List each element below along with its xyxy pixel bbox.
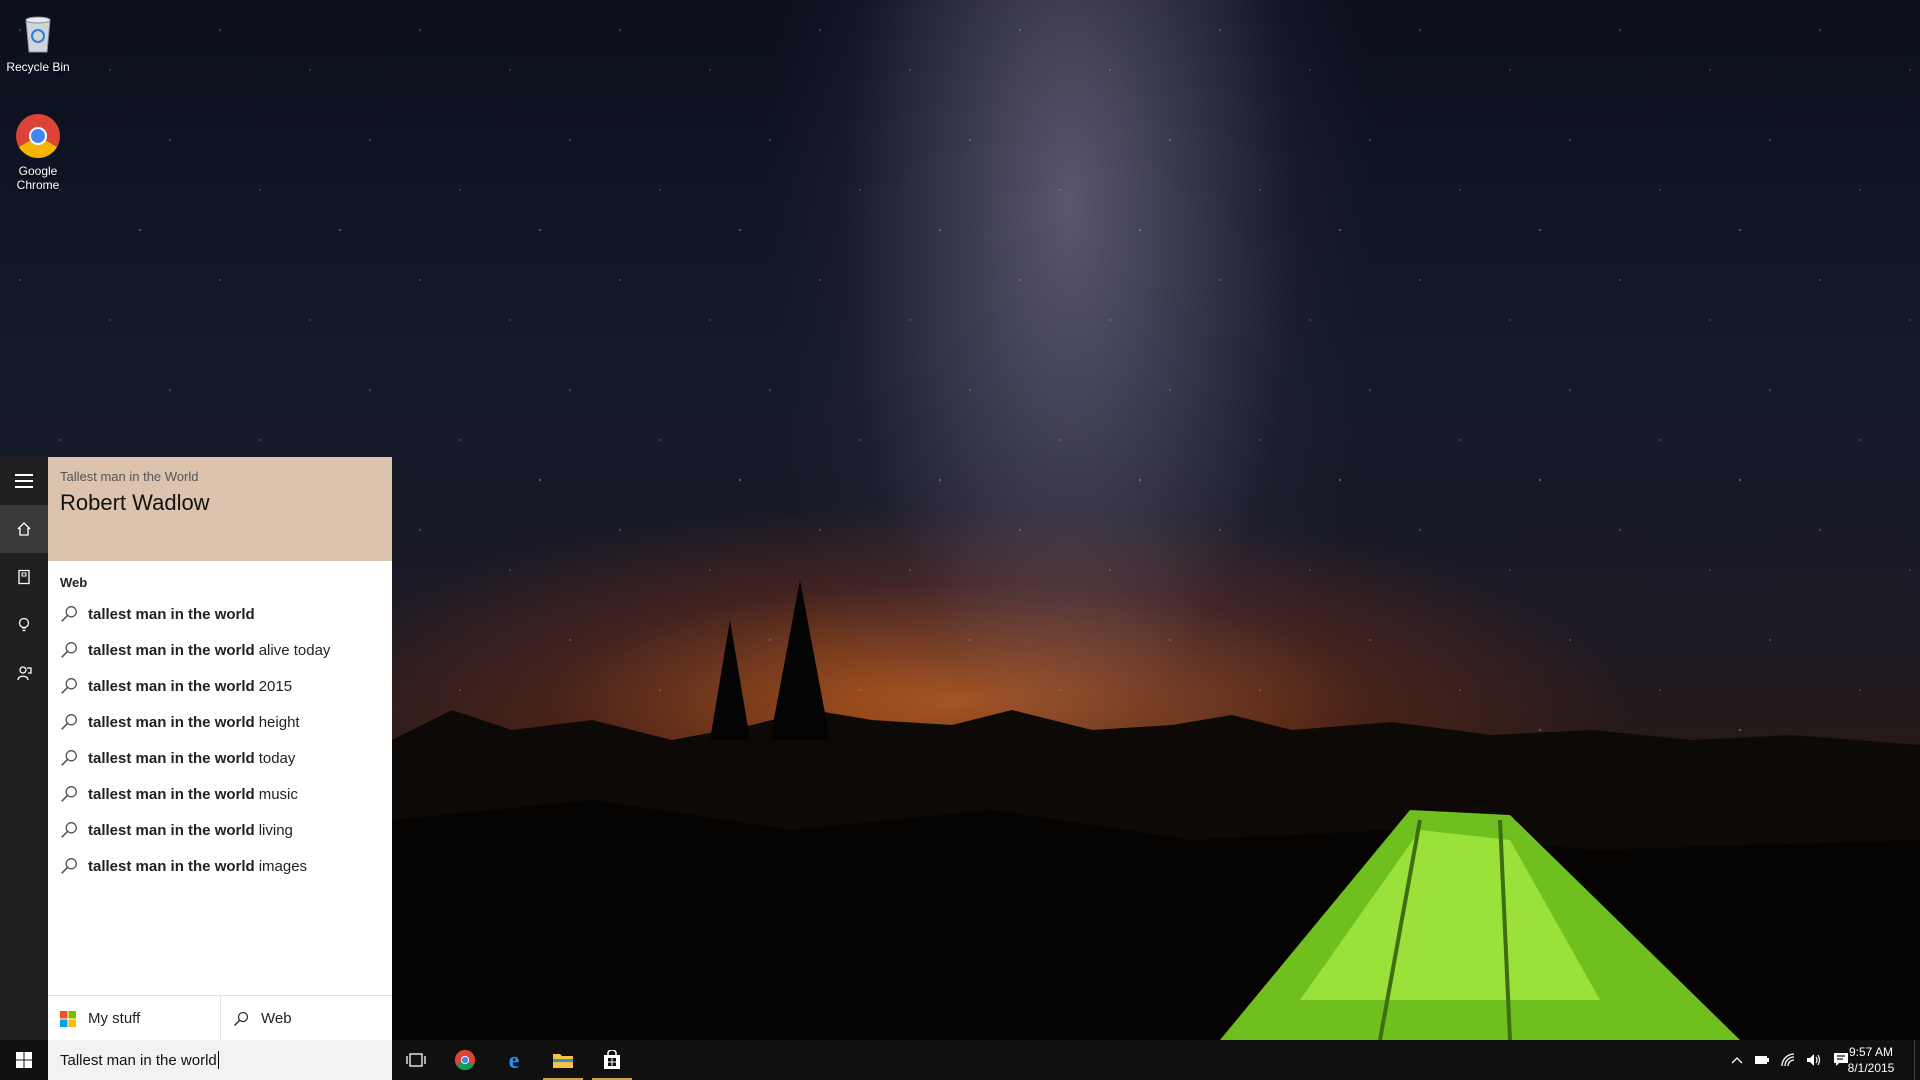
taskbar-store-button[interactable] xyxy=(588,1040,636,1080)
taskbar-file-explorer-button[interactable] xyxy=(539,1040,587,1080)
suggestion-match-text: tallest man in the world xyxy=(88,857,255,875)
clock-time: 9:57 AM xyxy=(1848,1045,1894,1059)
search-icon xyxy=(233,1011,249,1026)
battery-button[interactable] xyxy=(1750,1040,1774,1080)
my-stuff-label: My stuff xyxy=(88,1010,141,1027)
home-button[interactable] xyxy=(0,505,48,553)
web-suggestion-item[interactable]: tallest man in the world 2015 xyxy=(48,668,392,704)
search-scope-bar: My stuff Web xyxy=(48,995,392,1041)
text-caret xyxy=(217,1051,219,1069)
web-section-header: Web xyxy=(60,575,88,590)
web-suggestion-item[interactable]: tallest man in the world music xyxy=(48,776,392,812)
taskbar-search-input[interactable]: Tallest man in the world xyxy=(48,1040,392,1080)
web-scope-label: Web xyxy=(261,1010,292,1027)
taskbar: Tallest man in the world e 9:57 AM 8/1/2… xyxy=(0,1040,1920,1080)
chrome-icon xyxy=(14,112,62,160)
hamburger-menu-icon xyxy=(15,474,33,488)
search-icon xyxy=(61,678,77,694)
recycle-bin-icon xyxy=(14,8,62,56)
desktop-icon-label: Recycle Bin xyxy=(6,60,70,74)
suggestion-list: tallest man in the world tallest man in t… xyxy=(48,596,392,884)
taskbar-clock[interactable]: 9:57 AM 8/1/2015 xyxy=(1836,1044,1906,1076)
glowing-tent xyxy=(1220,810,1740,1041)
search-icon xyxy=(61,642,77,658)
suggestion-match-text: tallest man in the world xyxy=(88,677,255,695)
reminders-button[interactable] xyxy=(0,601,48,649)
feedback-button[interactable] xyxy=(0,649,48,697)
suggestion-match-text: tallest man in the world xyxy=(88,605,255,623)
notebook-icon xyxy=(18,569,30,585)
taskbar-chrome-button[interactable] xyxy=(441,1040,489,1080)
desktop-icon-label: Google Chrome xyxy=(16,164,60,192)
home-icon xyxy=(17,522,31,536)
search-icon xyxy=(61,822,77,838)
pine-trees xyxy=(710,580,830,740)
windows-start-icon xyxy=(16,1052,32,1068)
store-icon xyxy=(604,1050,620,1069)
chrome-icon xyxy=(454,1049,476,1071)
task-view-button[interactable] xyxy=(392,1040,440,1080)
start-button[interactable] xyxy=(0,1040,48,1080)
suggestion-completion-text: 2015 xyxy=(258,677,293,695)
search-icon xyxy=(61,714,77,730)
suggestion-completion-text: today xyxy=(258,749,296,767)
web-suggestion-item[interactable]: tallest man in the world images xyxy=(48,848,392,884)
show-desktop-button[interactable] xyxy=(1914,1040,1920,1080)
answer-caption: Tallest man in the World xyxy=(60,469,199,484)
desktop-icon-google-chrome[interactable]: Google Chrome xyxy=(0,112,76,192)
cortana-rail xyxy=(0,457,48,1040)
web-suggestion-item[interactable]: tallest man in the world living xyxy=(48,812,392,848)
network-button[interactable] xyxy=(1776,1040,1800,1080)
show-hidden-icons-button[interactable] xyxy=(1726,1040,1748,1080)
edge-icon: e xyxy=(509,1049,520,1071)
instant-answer-card[interactable]: Tallest man in the World Robert Wadlow xyxy=(48,457,392,561)
desktop-icon-recycle-bin[interactable]: Recycle Bin xyxy=(0,8,76,74)
svg-text:e: e xyxy=(509,1049,520,1071)
suggestion-completion-text: alive today xyxy=(258,641,331,659)
hamburger-menu-button[interactable] xyxy=(0,457,48,505)
web-suggestion-item[interactable]: tallest man in the world height xyxy=(48,704,392,740)
notebook-button[interactable] xyxy=(0,553,48,601)
search-icon xyxy=(61,858,77,874)
suggestion-match-text: tallest man in the world xyxy=(88,785,255,803)
suggestion-completion-text: music xyxy=(258,785,298,803)
web-scope-button[interactable]: Web xyxy=(220,996,392,1041)
search-icon xyxy=(61,786,77,802)
reminders-icon xyxy=(18,617,30,632)
volume-button[interactable] xyxy=(1802,1040,1826,1080)
search-icon xyxy=(61,606,77,622)
my-stuff-button[interactable]: My stuff xyxy=(48,996,220,1041)
suggestion-match-text: tallest man in the world xyxy=(88,821,255,839)
search-query-text: Tallest man in the world xyxy=(60,1051,217,1069)
chevron-up-icon xyxy=(1731,1057,1743,1064)
suggestion-completion-text: images xyxy=(258,857,308,875)
web-suggestion-item[interactable]: tallest man in the world today xyxy=(48,740,392,776)
suggestion-match-text: tallest man in the world xyxy=(88,641,255,659)
windows-logo-icon xyxy=(60,1010,76,1027)
feedback-icon xyxy=(17,666,32,681)
file-explorer-icon xyxy=(553,1054,573,1068)
suggestion-match-text: tallest man in the world xyxy=(88,713,255,731)
suggestion-match-text: tallest man in the world xyxy=(88,749,255,767)
cortana-results-panel: Tallest man in the World Robert Wadlow W… xyxy=(48,457,392,1041)
volume-icon xyxy=(1807,1054,1821,1066)
suggestion-completion-text: living xyxy=(258,821,293,839)
battery-icon xyxy=(1755,1056,1769,1064)
task-view-icon xyxy=(406,1053,426,1067)
suggestion-completion-text: height xyxy=(258,713,300,731)
clock-date: 8/1/2015 xyxy=(1847,1061,1895,1075)
answer-title: Robert Wadlow xyxy=(60,490,210,515)
taskbar-edge-button[interactable]: e xyxy=(490,1040,538,1080)
web-suggestion-item[interactable]: tallest man in the world xyxy=(48,596,392,632)
search-icon xyxy=(61,750,77,766)
web-suggestion-item[interactable]: tallest man in the world alive today xyxy=(48,632,392,668)
wifi-icon xyxy=(1781,1053,1795,1067)
